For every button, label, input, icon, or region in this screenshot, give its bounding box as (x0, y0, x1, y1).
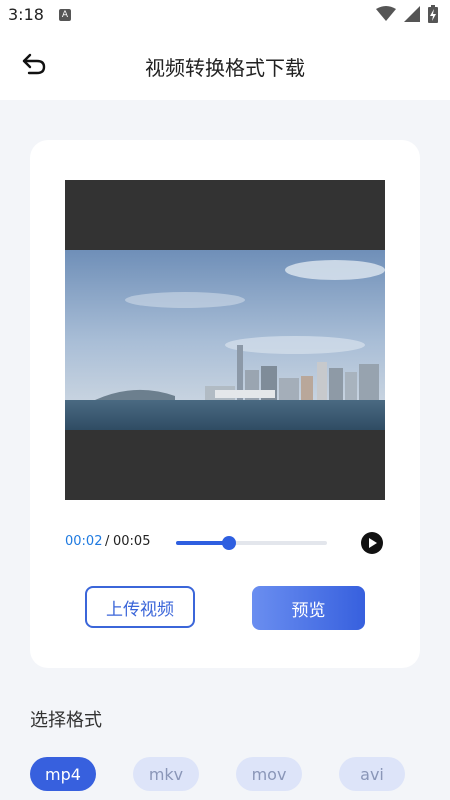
upload-video-button[interactable]: 上传视频 (85, 586, 195, 628)
battery-charging-icon (428, 5, 438, 27)
status-icons (376, 5, 438, 27)
page-title: 视频转换格式下载 (145, 56, 305, 80)
status-bar: 3:18 A (0, 0, 450, 32)
play-icon (369, 538, 377, 548)
seek-slider[interactable] (176, 536, 327, 550)
format-options: mp4 mkv mov avi (30, 757, 420, 791)
current-time: 00:02 (65, 534, 103, 549)
video-thumbnail (65, 250, 385, 430)
total-time: 00:05 (113, 534, 151, 549)
player-controls: 00:02 / 00:05 (65, 530, 385, 556)
format-option-mkv[interactable]: mkv (133, 757, 199, 791)
seek-thumb[interactable] (221, 536, 236, 550)
time-separator: / (105, 534, 110, 549)
play-button[interactable] (361, 532, 383, 554)
format-option-mp4[interactable]: mp4 (30, 757, 96, 791)
format-section-label: 选择格式 (30, 710, 102, 731)
video-card: 00:02 / 00:05 上传视频 预览 (30, 140, 420, 668)
notification-icon: A (59, 9, 71, 21)
video-preview[interactable] (65, 180, 385, 500)
format-option-avi[interactable]: avi (339, 757, 405, 791)
cellular-signal-icon (404, 6, 420, 26)
seek-progress (176, 541, 229, 545)
wifi-icon (376, 6, 396, 26)
status-time: 3:18 (8, 5, 44, 24)
app-header: 视频转换格式下载 (0, 32, 450, 100)
preview-button[interactable]: 预览 (252, 586, 365, 630)
format-option-mov[interactable]: mov (236, 757, 302, 791)
